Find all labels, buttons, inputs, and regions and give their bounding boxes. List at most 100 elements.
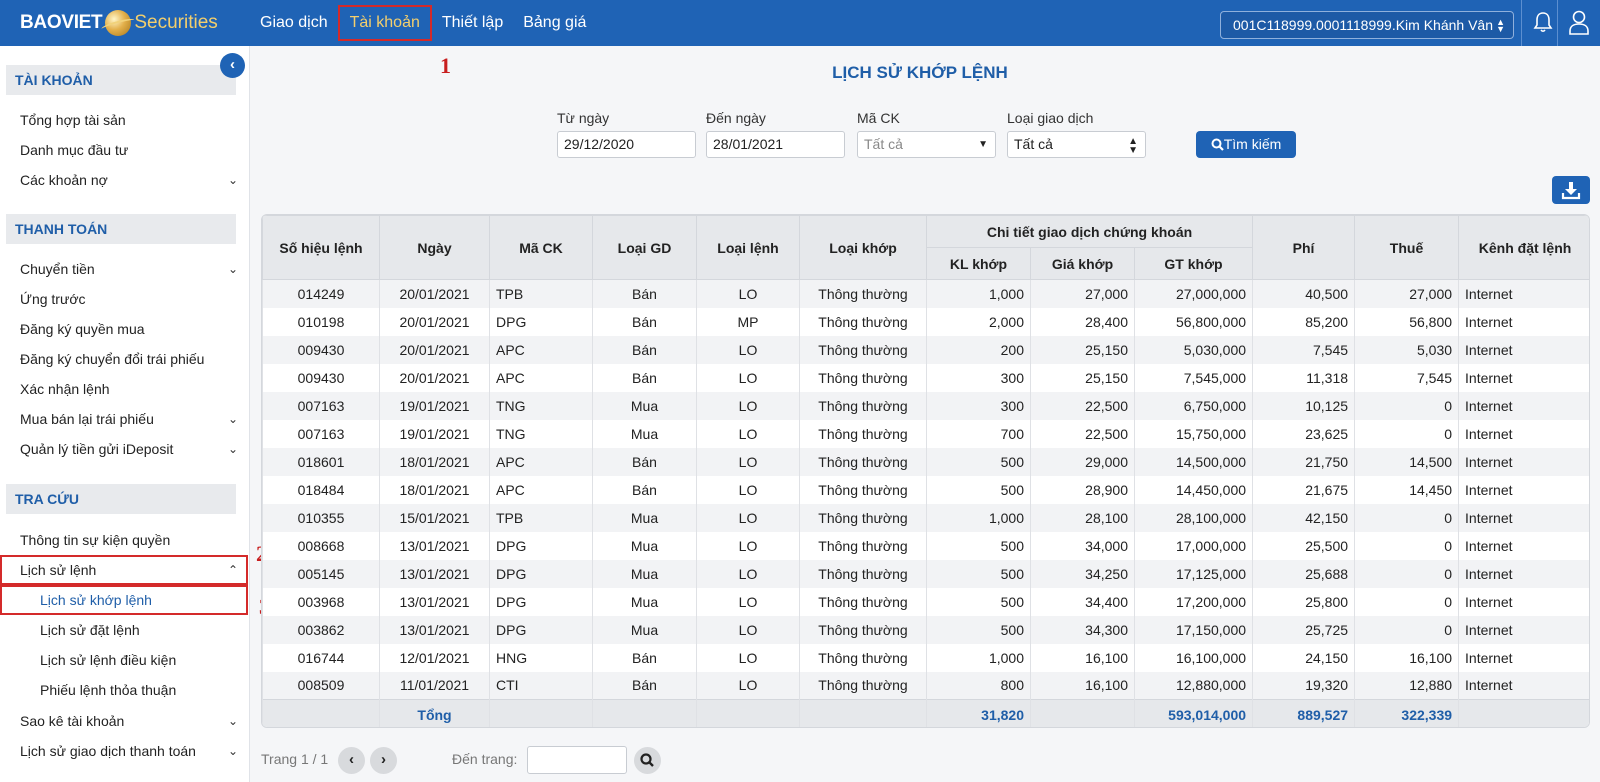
- cell-trade-type: Bán: [592, 643, 697, 672]
- to-date-label: Đến ngày: [706, 110, 766, 126]
- sidebar-item-su-kien-quyen[interactable]: Thông tin sự kiện quyền: [0, 525, 248, 555]
- col-header[interactable]: Giá khớp: [1030, 247, 1135, 280]
- trade-type-select[interactable]: Tất cả ▲ ▼: [1007, 131, 1146, 158]
- sidebar-item-cac-khoan-no[interactable]: Các khoản nợ ⌄: [0, 165, 248, 195]
- sidebar-item-chuyen-tien[interactable]: Chuyển tiền ⌄: [0, 254, 248, 284]
- cell-symbol: CTI: [489, 671, 593, 700]
- cell-date: 11/01/2021: [379, 671, 490, 700]
- col-header[interactable]: Số hiệu lệnh: [262, 215, 380, 280]
- table-row[interactable]: 009430 20/01/2021 APC Bán LO Thông thường 300 2…: [262, 363, 1589, 392]
- bell-icon[interactable]: [1533, 11, 1553, 33]
- cell-order-number: 007163: [262, 419, 380, 448]
- table-row[interactable]: 014249 20/01/2021 TPB Bán LO Thông thường 1,00…: [262, 279, 1589, 308]
- download-button[interactable]: [1552, 176, 1590, 204]
- table-row[interactable]: 005145 13/01/2021 DPG Mua LO Thông thường 500 3…: [262, 559, 1589, 588]
- chevron-down-icon: ⌄: [227, 714, 238, 728]
- cell-symbol: DPG: [489, 307, 593, 336]
- cell-match-value: 16,100,000: [1133, 643, 1254, 672]
- sidebar-item-lich-su-thanh-toan[interactable]: Lịch sử giao dịch thanh toán ⌄: [0, 736, 248, 766]
- account-select[interactable]: 001C118999.0001118999.Kim Khánh Vân ▲ ▼: [1220, 11, 1514, 39]
- from-date-input[interactable]: 29/12/2020: [557, 131, 696, 158]
- col-header[interactable]: Loại lệnh: [696, 215, 800, 280]
- table-cell: [799, 699, 927, 727]
- col-header[interactable]: Phí: [1252, 215, 1356, 280]
- table-row[interactable]: 007163 19/01/2021 TNG Mua LO Thông thường 700 2…: [262, 419, 1589, 448]
- sidebar-item-dang-ky-chuyen-doi[interactable]: Đăng ký chuyển đổi trái phiếu: [0, 344, 248, 374]
- cell-fee: 25,500: [1252, 531, 1356, 560]
- col-header[interactable]: KL khớp: [926, 247, 1031, 280]
- col-header[interactable]: Loại GD: [592, 215, 697, 280]
- cell-match-volume: 500: [926, 615, 1031, 644]
- cell-match-volume: 1,000: [926, 643, 1031, 672]
- next-page-button[interactable]: ›: [370, 747, 397, 774]
- col-header[interactable]: GT khớp: [1133, 247, 1254, 280]
- cell-order-type: LO: [696, 279, 800, 308]
- table-cell: [1030, 699, 1135, 727]
- chevron-up-icon: ⌃: [227, 563, 238, 577]
- table-row[interactable]: 018601 18/01/2021 APC Bán LO Thông thường 500 2…: [262, 447, 1589, 476]
- nav-giao-dich[interactable]: Giao dịch: [250, 5, 338, 41]
- goto-page-input[interactable]: [527, 746, 627, 774]
- table-row[interactable]: 008509 11/01/2021 CTI Bán LO Thông thường 800 1…: [262, 671, 1589, 700]
- sidebar-item-dang-ky-quyen-mua[interactable]: Đăng ký quyền mua: [0, 314, 248, 344]
- goto-page-button[interactable]: [634, 747, 661, 774]
- user-icon[interactable]: [1568, 10, 1590, 36]
- symbol-select[interactable]: Tất cả ▼: [857, 131, 996, 158]
- col-header[interactable]: Thuế: [1354, 215, 1460, 280]
- col-header[interactable]: Mã CK: [489, 215, 593, 280]
- cell-tax: 16,100: [1354, 643, 1460, 672]
- table-row[interactable]: 010198 20/01/2021 DPG Bán MP Thông thường 2,00…: [262, 307, 1589, 336]
- sidebar-item-ideposit[interactable]: Quản lý tiền gửi iDeposit ⌄: [0, 434, 248, 464]
- cell-channel: Internet: [1458, 475, 1589, 504]
- table-row[interactable]: 003862 13/01/2021 DPG Mua LO Thông thường 500 3…: [262, 615, 1589, 644]
- from-date-label: Từ ngày: [557, 110, 610, 126]
- sidebar-item-tong-hop-tai-san[interactable]: Tổng hợp tài sản: [0, 105, 248, 135]
- cell-date: 13/01/2021: [379, 559, 490, 588]
- sidebar-item-sao-ke[interactable]: Sao kê tài khoản ⌄: [0, 706, 248, 736]
- sidebar-item-lich-su-dat-lenh[interactable]: Lịch sử đặt lệnh: [0, 615, 248, 645]
- table-row[interactable]: 007163 19/01/2021 TNG Mua LO Thông thường 300 2…: [262, 391, 1589, 420]
- search-button-label: Tìm kiếm: [1223, 136, 1282, 152]
- cell-date: 13/01/2021: [379, 615, 490, 644]
- table-cell: [696, 699, 800, 727]
- search-icon: [1211, 138, 1224, 151]
- order-match-table: Số hiệu lệnh Ngày Mã CK Loại GD Loại lện…: [261, 214, 1590, 728]
- to-date-input[interactable]: 28/01/2021: [706, 131, 845, 158]
- prev-page-button[interactable]: ‹: [338, 747, 365, 774]
- collapse-sidebar-button[interactable]: ‹: [220, 53, 245, 78]
- table-row[interactable]: 003968 13/01/2021 DPG Mua LO Thông thường 500 3…: [262, 587, 1589, 616]
- cell-match-value: 15,750,000: [1133, 419, 1254, 448]
- table-row[interactable]: 018484 18/01/2021 APC Bán LO Thông thường 500 2…: [262, 475, 1589, 504]
- sidebar-item-mua-ban-lai[interactable]: Mua bán lại trái phiếu ⌄: [0, 404, 248, 434]
- sidebar-item-lich-su-khop-lenh[interactable]: Lịch sử khớp lệnh: [0, 585, 248, 615]
- sidebar-item-label: Mua bán lại trái phiếu: [20, 411, 154, 427]
- sidebar-item-ung-truoc[interactable]: Ứng trước: [0, 284, 248, 314]
- cell-match-price: 28,900: [1030, 475, 1135, 504]
- sidebar-item-danh-muc-dau-tu[interactable]: Danh mục đầu tư: [0, 135, 248, 165]
- cell-order-type: LO: [696, 615, 800, 644]
- cell-match-type: Thông thường: [799, 643, 927, 672]
- cell-match-type: Thông thường: [799, 587, 927, 616]
- col-header[interactable]: Kênh đặt lệnh: [1458, 215, 1589, 280]
- sidebar-item-phieu-lenh[interactable]: Phiếu lệnh thỏa thuận: [0, 675, 248, 705]
- sidebar-item-lich-su-lenh[interactable]: Lịch sử lệnh ⌃: [0, 555, 248, 585]
- table-row[interactable]: 009430 20/01/2021 APC Bán LO Thông thường 200 2…: [262, 335, 1589, 364]
- col-header[interactable]: Ngày: [379, 215, 490, 280]
- brand-logo[interactable]: BAOVIET Securities: [0, 0, 250, 46]
- cell-order-type: LO: [696, 531, 800, 560]
- cell-tax: 0: [1354, 419, 1460, 448]
- cell-symbol: APC: [489, 447, 593, 476]
- nav-tai-khoan[interactable]: Tài khoản: [337, 5, 432, 41]
- table-row[interactable]: 010355 15/01/2021 TPB Mua LO Thông thường 1,00…: [262, 503, 1589, 532]
- cell-date: 12/01/2021: [379, 643, 490, 672]
- search-button[interactable]: Tìm kiếm: [1196, 131, 1296, 158]
- table-row[interactable]: 016744 12/01/2021 HNG Bán LO Thông thường 1,00…: [262, 643, 1589, 672]
- cell-fee: 10,125: [1252, 391, 1356, 420]
- table-row[interactable]: 008668 13/01/2021 DPG Mua LO Thông thường 500 3…: [262, 531, 1589, 560]
- col-header[interactable]: Loại khớp: [799, 215, 927, 280]
- sidebar-item-lenh-dieu-kien[interactable]: Lịch sử lệnh điều kiện: [0, 645, 248, 675]
- nav-bang-gia[interactable]: Bảng giá: [513, 5, 596, 41]
- section-tra-cuu: TRA CỨU: [6, 484, 236, 514]
- sidebar-item-xac-nhan-lenh[interactable]: Xác nhận lệnh: [0, 374, 248, 404]
- nav-thiet-lap[interactable]: Thiết lập: [432, 5, 513, 41]
